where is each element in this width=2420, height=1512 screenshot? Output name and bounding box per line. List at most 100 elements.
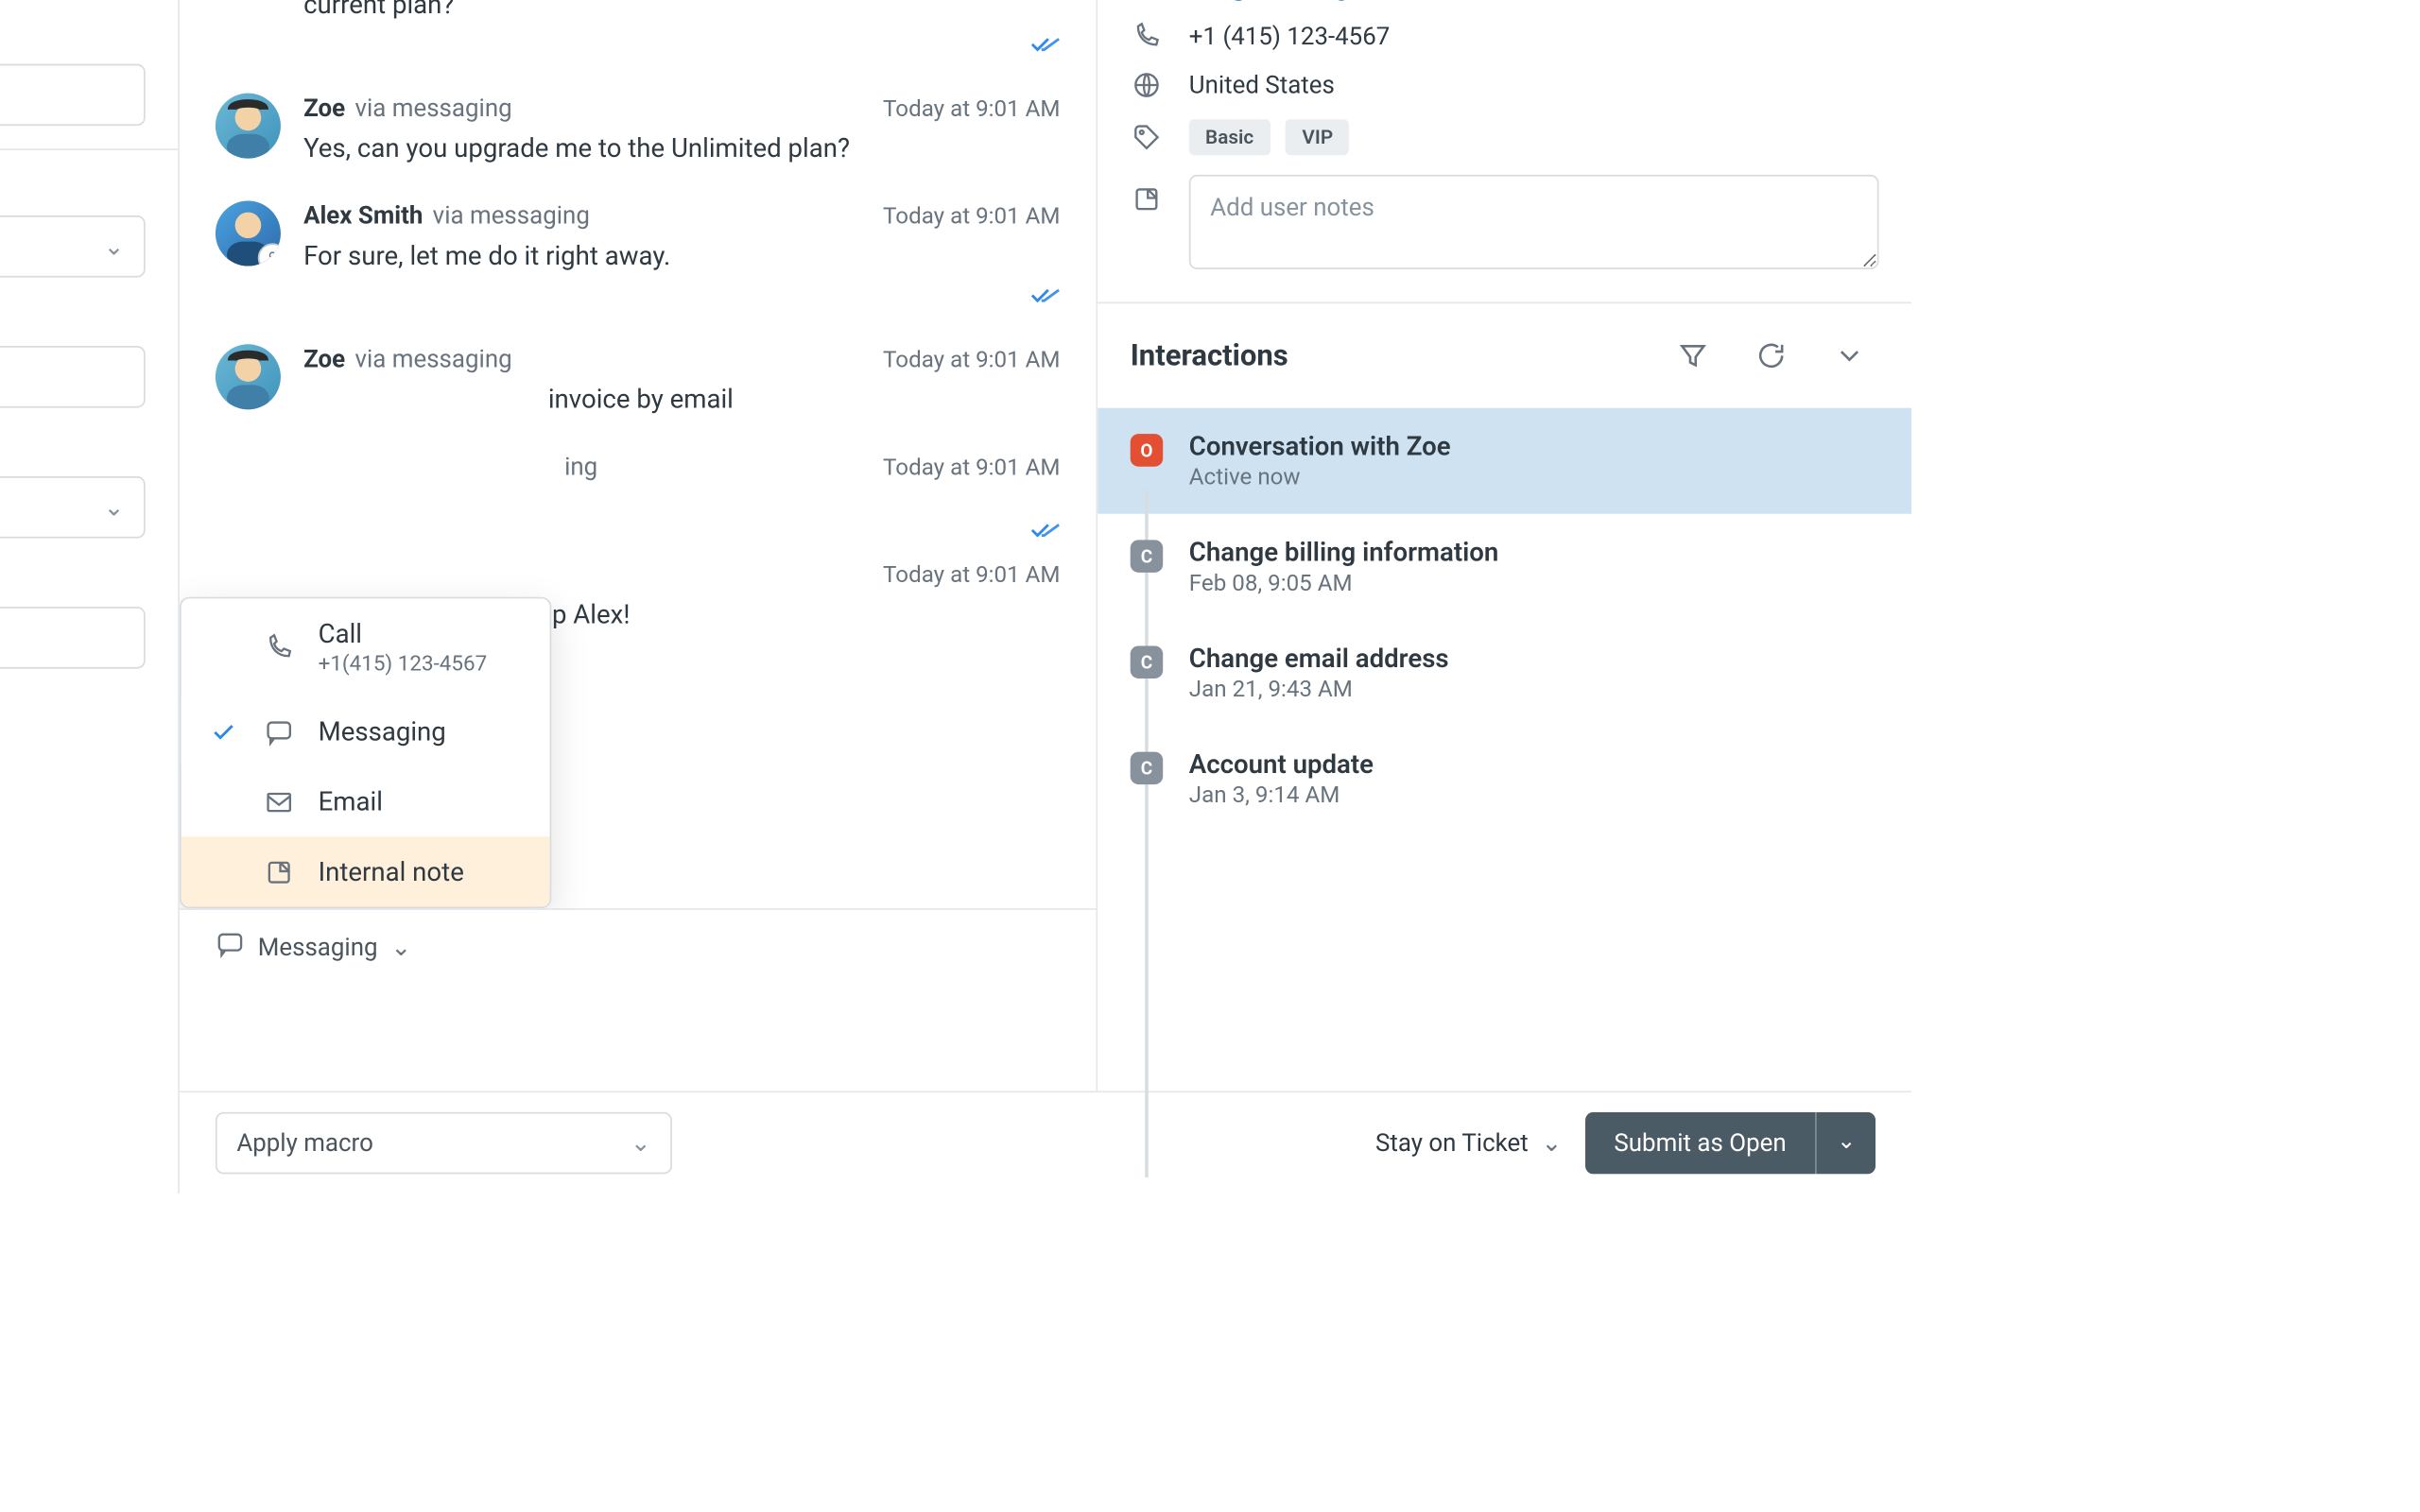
channel-call-label: Call	[319, 618, 362, 649]
agent-badge-icon	[258, 243, 281, 266]
message: Zoe via messaging Today at 9:01 AM Yes, …	[216, 77, 1061, 184]
channel-option-email[interactable]: Email	[182, 766, 550, 836]
interaction-status-badge: O	[1131, 434, 1164, 467]
user-email-row: zoe@lovesdogs.com	[1131, 0, 1879, 2]
interaction-title: Account update	[1189, 748, 1374, 780]
chevron-down-icon: ⌄	[1542, 1128, 1563, 1158]
channel-email-label: Email	[319, 786, 383, 817]
user-email[interactable]: zoe@lovesdogs.com	[1189, 0, 1416, 2]
phone-icon	[1131, 22, 1164, 51]
messages-list: current plan? Zoe via messaging Today at…	[180, 0, 1097, 908]
message-body: invoice by email	[303, 380, 1060, 419]
followers-field[interactable]	[0, 64, 146, 127]
user-notes-textarea[interactable]	[1189, 175, 1879, 269]
interaction-status-badge: C	[1131, 752, 1164, 785]
streamer-field[interactable]: ZoeStreamer	[0, 607, 146, 669]
user-tag[interactable]: Basic	[1189, 119, 1270, 155]
form-select[interactable]: Regular Form ⌄	[0, 215, 146, 278]
chevron-down-icon: ⌄	[390, 933, 411, 962]
tag-icon	[1131, 123, 1164, 152]
message-time: Today at 9:01 AM	[883, 96, 1060, 123]
message-via: ing	[303, 452, 597, 481]
mail-icon	[1131, 0, 1164, 2]
followers-label: Followers	[0, 22, 146, 48]
mail-icon	[263, 787, 296, 816]
globe-icon	[1131, 70, 1164, 99]
avatar	[216, 200, 281, 266]
channel-select-menu: Call +1(415) 123-4567 Messaging Email	[180, 597, 551, 908]
interaction-title: Conversation with Zoe	[1189, 431, 1451, 462]
message-author: Zoe	[303, 344, 345, 373]
priority-select[interactable]: High ⌄	[0, 476, 146, 539]
message: ing Today at 9:01 AM	[216, 436, 1061, 563]
channel-option-internal-note[interactable]: Internal note	[182, 836, 550, 906]
message-time: Today at 9:01 AM	[883, 455, 1060, 482]
message-author: Zoe	[303, 94, 345, 123]
user-phone-row: +1 (415) 123-4567	[1131, 22, 1879, 51]
interactions-header: Interactions	[1098, 301, 1911, 407]
interaction-item[interactable]: C Change email address Jan 21, 9:43 AM	[1098, 620, 1911, 726]
interaction-time: Feb 08, 9:05 AM	[1189, 571, 1499, 597]
message-body: For sure, let me do it right away.	[303, 236, 1060, 275]
submit-button[interactable]: Submit as Open ⌄	[1584, 1112, 1876, 1175]
user-country: United States	[1189, 70, 1335, 99]
tags-field[interactable]: VIP	[0, 346, 146, 408]
read-receipt-icon	[303, 35, 1060, 61]
form-label: Form	[0, 173, 146, 199]
interaction-time: Jan 3, 9:14 AM	[1189, 782, 1374, 809]
message-time: Today at 9:01 AM	[883, 204, 1060, 231]
user-context-panel: Zoe zoe@lovesdogs.com +1 (415) 123-4567 …	[1098, 0, 1911, 1194]
stay-label: Stay on Ticket	[1375, 1128, 1529, 1158]
user-notes-row	[1131, 175, 1879, 276]
chevron-down-icon: ⌄	[104, 492, 125, 522]
stay-on-ticket-select[interactable]: Stay on Ticket ⌄	[1375, 1128, 1562, 1158]
macro-select[interactable]: Apply macro ⌄	[216, 1112, 672, 1175]
message: current plan?	[216, 0, 1061, 77]
refresh-interactions-button[interactable]	[1742, 326, 1801, 385]
filter-interactions-button[interactable]	[1664, 326, 1722, 385]
conversation-panel: Conversation with Zoe Via messaging | Ac…	[180, 0, 1098, 1194]
channel-call-number: +1(415) 123-4567	[319, 652, 488, 677]
messaging-icon	[263, 716, 296, 746]
collapse-interactions-button[interactable]	[1820, 326, 1878, 385]
priority-label: Priority	[0, 434, 146, 460]
streamer-label: Streamer user name	[0, 564, 146, 591]
interactions-list: O Conversation with Zoe Active now C Cha…	[1098, 408, 1911, 1194]
submit-label: Submit as Open	[1584, 1112, 1815, 1175]
interaction-status-badge: C	[1131, 645, 1164, 679]
user-tag[interactable]: VIP	[1286, 119, 1349, 155]
user-locale-row: United States	[1131, 70, 1879, 99]
composer-channel-label: Messaging	[258, 933, 378, 962]
avatar	[216, 94, 281, 159]
macro-placeholder: Apply macro	[236, 1128, 373, 1158]
ticket-properties-panel: Assignee Alex Smith Followers Form Regul…	[0, 0, 180, 1194]
interaction-time: Active now	[1189, 465, 1451, 491]
note-icon	[263, 857, 296, 886]
interaction-item[interactable]: C Change billing information Feb 08, 9:0…	[1098, 514, 1911, 620]
chevron-down-icon: ⌄	[631, 1128, 651, 1158]
read-receipt-icon	[303, 285, 1060, 312]
user-tags-row: Basic VIP	[1131, 119, 1879, 155]
messaging-icon	[216, 930, 245, 966]
tags-label: Tags	[0, 303, 146, 330]
message-body: Yes, can you upgrade me to the Unlimited…	[303, 129, 1060, 168]
composer-channel-selector[interactable]: Messaging ⌄	[216, 930, 411, 966]
message-body: current plan?	[303, 0, 1060, 25]
message-via: via messaging	[354, 94, 511, 123]
submit-caret[interactable]: ⌄	[1816, 1112, 1876, 1175]
ticket-footer: Apply macro ⌄ Stay on Ticket ⌄ Submit as…	[180, 1091, 1911, 1194]
message-via: via messaging	[354, 344, 511, 373]
interaction-status-badge: C	[1131, 540, 1164, 573]
message-time: Today at 9:01 AM	[883, 348, 1060, 374]
channel-option-call[interactable]: Call +1(415) 123-4567	[182, 598, 550, 696]
message-author: Alex Smith	[303, 200, 423, 230]
interaction-item[interactable]: O Conversation with Zoe Active now	[1098, 408, 1911, 514]
interaction-title: Change email address	[1189, 643, 1449, 674]
channel-messaging-label: Messaging	[319, 716, 446, 747]
channel-option-messaging[interactable]: Messaging	[182, 696, 550, 766]
phone-icon	[263, 633, 296, 662]
avatar	[216, 344, 281, 409]
message-time: Today at 9:01 AM	[883, 562, 1060, 589]
user-phone: +1 (415) 123-4567	[1189, 22, 1391, 51]
interaction-item[interactable]: C Account update Jan 3, 9:14 AM	[1098, 726, 1911, 832]
